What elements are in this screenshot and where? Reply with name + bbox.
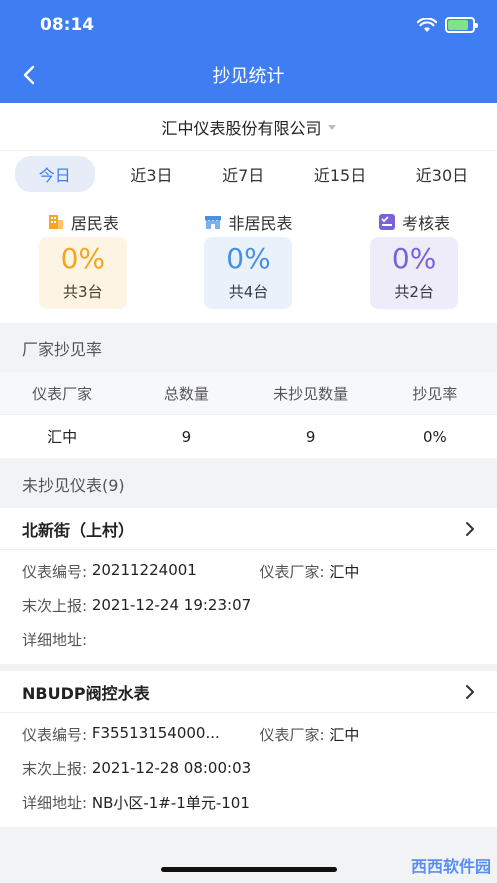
wifi-icon: [417, 17, 437, 32]
meter-number: F35513154000...: [91, 723, 220, 742]
summary-title: 非居民表: [228, 214, 293, 233]
meter-last-report-line: 末次上报: 2021-12-28 08:00:03: [0, 751, 497, 785]
vendor-rate-table: 仪表厂家 总数量 未抄见数量 抄见率 汇中 9 9 0%: [0, 372, 497, 458]
assessment-bg-shape: [370, 237, 459, 309]
meter-vendor-label: 仪表厂家:: [259, 562, 325, 581]
meter-last-report-line: 末次上报: 2021-12-24 19:23:07: [0, 588, 497, 622]
tab-3-days[interactable]: 近3日: [116, 156, 186, 192]
last-report-time: 2021-12-24 19:23:07: [91, 596, 252, 614]
summary-title: 居民表: [70, 214, 119, 233]
summary-non-residential[interactable]: 非居民表 0% 共4台: [168, 197, 328, 323]
meter-number-label: 仪表编号:: [22, 562, 88, 581]
tab-7-days[interactable]: 近7日: [208, 156, 278, 192]
meter-address-line: 详细地址:: [0, 622, 497, 656]
table-cell: 汇中: [47, 428, 78, 446]
column-header: 未抄见数量: [273, 384, 349, 403]
summary-residential[interactable]: 居民表 0% 共3台: [3, 197, 163, 323]
home-indicator: [161, 867, 337, 872]
last-report-time: 2021-12-28 08:00:03: [91, 759, 252, 777]
company-name: 汇中仪表股份有限公司: [161, 118, 322, 138]
vendor-rate-heading: 厂家抄见率: [0, 323, 497, 372]
page-title: 抄见统计: [212, 66, 285, 87]
meter-card[interactable]: 北新街（上村） 仪表编号: 20211224001 仪表厂家: 汇中 末次上报:…: [0, 508, 497, 664]
meter-address-line: 详细地址: NB小区-1#-1单元-101: [0, 785, 497, 819]
tab-30-days[interactable]: 近30日: [402, 156, 482, 192]
tab-today[interactable]: 今日: [14, 156, 95, 192]
meter-number-label: 仪表编号:: [22, 725, 88, 744]
building-icon: [48, 215, 63, 229]
status-time: 08:14: [40, 15, 95, 35]
table-cell: 0%: [422, 427, 447, 446]
column-header: 抄见率: [412, 384, 458, 403]
last-report-label: 末次上报:: [22, 759, 88, 778]
non-residential-bg-shape: [204, 237, 293, 309]
chevron-right-icon: [466, 684, 474, 699]
address-value: NB小区-1#-1单元-101: [91, 793, 250, 812]
battery-icon: [445, 17, 478, 33]
meter-card[interactable]: NBUDP阀控水表 仪表编号: F35513154000... 仪表厂家: 汇中…: [0, 671, 497, 827]
meter-name: NBUDP阀控水表: [22, 683, 150, 703]
company-selector[interactable]: 汇中仪表股份有限公司: [0, 103, 497, 151]
meter-vendor: 汇中: [329, 725, 360, 744]
meter-vendor-label: 仪表厂家:: [259, 725, 325, 744]
watermark-logo: 西西软件园: [410, 857, 491, 876]
header-bar: 08:14 抄见统计: [0, 0, 497, 103]
meter-title-row[interactable]: NBUDP阀控水表: [0, 671, 497, 713]
store-icon: [205, 216, 222, 229]
meter-number: 20211224001: [91, 560, 197, 579]
meter-info-line: 仪表编号: F35513154000... 仪表厂家: 汇中: [0, 717, 497, 751]
summary-assessment[interactable]: 考核表 0% 共2台: [334, 197, 494, 323]
column-header: 仪表厂家: [32, 384, 93, 403]
unread-meters-heading: 未抄见仪表(9): [0, 459, 497, 508]
meter-name: 北新街（上村）: [22, 520, 135, 540]
table-cell: 9: [305, 427, 316, 446]
summary-panel: 居民表 0% 共3台 非居民表 0% 共4台 考核表 0% 共2台: [0, 197, 497, 323]
table-row: 汇中 9 9 0%: [0, 414, 497, 458]
last-report-label: 末次上报:: [22, 596, 88, 615]
tab-15-days[interactable]: 近15日: [300, 156, 380, 192]
date-range-tabs: 今日 近3日 近7日 近15日 近30日: [0, 151, 497, 197]
column-header: 总数量: [163, 384, 209, 403]
table-cell: 9: [181, 427, 192, 446]
meter-info-line: 仪表编号: 20211224001 仪表厂家: 汇中: [0, 554, 497, 588]
chevron-right-icon: [466, 521, 474, 536]
status-icons: [417, 17, 478, 33]
caret-down-icon: [327, 125, 336, 130]
address-label: 详细地址:: [22, 630, 88, 649]
meter-title-row[interactable]: 北新街（上村）: [0, 508, 497, 550]
meter-vendor: 汇中: [329, 562, 360, 581]
residential-bg-shape: [38, 237, 127, 309]
table-header-row: 仪表厂家 总数量 未抄见数量 抄见率: [0, 372, 497, 414]
checklist-icon: [379, 214, 396, 230]
summary-title: 考核表: [402, 214, 451, 233]
address-label: 详细地址:: [22, 793, 88, 812]
